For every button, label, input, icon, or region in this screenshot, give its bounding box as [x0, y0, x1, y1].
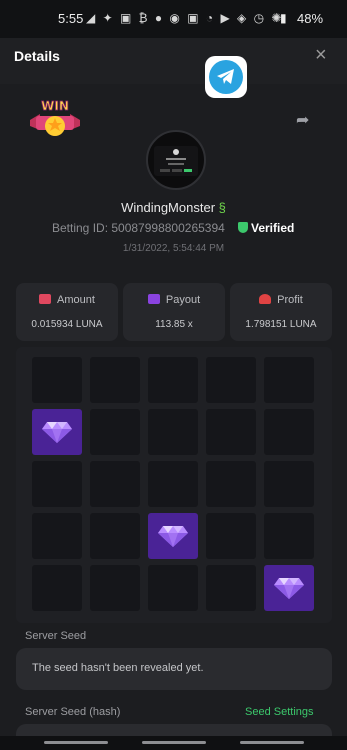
grid-tile	[206, 409, 256, 455]
betting-id: Betting ID: 50087998800265394	[52, 221, 225, 235]
bet-date: 1/31/2022, 5:54:44 PM	[122, 243, 225, 254]
signal-icon: ▮	[280, 11, 287, 25]
avatar	[146, 130, 206, 190]
grid-tile	[264, 513, 314, 559]
grid-tile	[206, 461, 256, 507]
grid-tile-gem	[32, 409, 82, 455]
details-header: Details ×	[0, 38, 347, 84]
grid-tile	[206, 357, 256, 403]
win-badge-icon: WIN	[26, 96, 84, 144]
server-seed-hash-label: Server Seed (hash)	[25, 706, 121, 718]
grid-tile	[32, 461, 82, 507]
notification-icons: ◢ ✦ ▣ ₿ ● ◉ ▣ ◔ ▶ ◈ ◷ ✺	[86, 11, 284, 25]
stat-value: 1.798151 LUNA	[245, 319, 317, 330]
stat-label: Profit	[277, 294, 303, 306]
status-time: 5:55	[58, 11, 84, 26]
grid-tile	[148, 409, 198, 455]
stat-label: Payout	[165, 294, 201, 306]
status-bar: 5:55 ◢ ✦ ▣ ₿ ● ◉ ▣ ◔ ▶ ◈ ◷ ✺ ▮ 48%	[0, 0, 347, 38]
page-title: Details	[14, 48, 60, 64]
server-seed-text: The seed hasn't been revealed yet.	[32, 662, 204, 674]
svg-text:WIN: WIN	[41, 99, 69, 113]
coins-icon	[39, 294, 52, 304]
diamond-icon	[42, 422, 72, 443]
grid-tile	[90, 513, 140, 559]
stat-label: Amount	[57, 294, 95, 306]
username-text: WindingMonster	[121, 200, 216, 215]
snake-icon: §	[218, 200, 226, 215]
grid-tile	[264, 461, 314, 507]
grid-tile	[206, 513, 256, 559]
share-icon[interactable]: ➦	[296, 110, 309, 130]
server-seed-label: Server Seed	[25, 630, 87, 642]
grid-tile	[90, 565, 140, 611]
telegram-icon	[209, 60, 243, 94]
verified-label: Verified	[251, 221, 295, 235]
stat-value: 0.015934 LUNA	[31, 319, 103, 330]
grid-tile	[90, 357, 140, 403]
nav-back[interactable]	[240, 741, 304, 744]
grid-tile	[90, 409, 140, 455]
stat-value: 113.85 x	[155, 319, 193, 330]
grid-tile-gem	[148, 513, 198, 559]
telegram-bubble[interactable]	[205, 56, 247, 98]
grid-tile	[206, 565, 256, 611]
mines-grid	[16, 347, 332, 623]
verified-badge: Verified	[238, 221, 294, 235]
username: WindingMonster §	[0, 200, 347, 215]
stat-amount: Amount 0.015934 LUNA	[16, 283, 118, 341]
grid-tile	[148, 461, 198, 507]
battery-level: 48%	[297, 11, 324, 26]
grid-tile	[90, 461, 140, 507]
grid-tile	[32, 357, 82, 403]
shield-check-icon	[238, 222, 248, 233]
grid-tile	[148, 357, 198, 403]
stat-profit: Profit 1.798151 LUNA	[230, 283, 332, 341]
user-icon	[259, 294, 272, 304]
grid-tile	[32, 513, 82, 559]
wallet-icon	[147, 294, 160, 304]
grid-tile	[264, 357, 314, 403]
nav-home[interactable]	[142, 741, 206, 744]
stat-payout: Payout 113.85 x	[123, 283, 225, 341]
grid-tile	[148, 565, 198, 611]
diamond-icon	[158, 526, 188, 547]
grid-tile	[32, 565, 82, 611]
nav-recents[interactable]	[44, 741, 108, 744]
diamond-icon	[274, 578, 304, 599]
seed-settings-link[interactable]: Seed Settings	[245, 706, 314, 718]
close-icon[interactable]: ×	[315, 44, 327, 67]
grid-tile-gem	[264, 565, 314, 611]
server-seed-field: The seed hasn't been revealed yet.	[16, 648, 332, 690]
system-nav-bar	[0, 736, 347, 750]
grid-tile	[264, 409, 314, 455]
